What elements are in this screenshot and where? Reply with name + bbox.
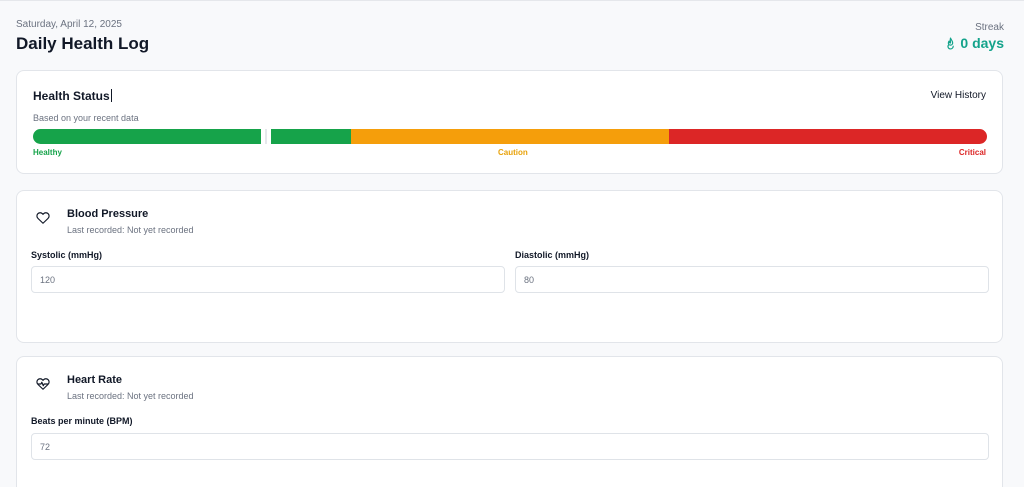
- page-title: Daily Health Log: [16, 34, 150, 53]
- health-status-card: Health Status View History Based on your…: [16, 70, 1003, 174]
- heart-rate-title: Heart Rate: [67, 374, 123, 386]
- label-critical: Critical: [958, 148, 986, 157]
- blood-pressure-card: Blood Pressure Last recorded: Not yet re…: [16, 190, 1003, 343]
- flame-icon: [947, 36, 955, 50]
- text-caret: [110, 89, 112, 102]
- blood-pressure-title: Blood Pressure: [67, 208, 149, 220]
- health-status-subtitle: Based on your recent data: [33, 113, 139, 123]
- bar-segment-healthy: [33, 129, 351, 144]
- diastolic-label: Diastolic (mmHg): [515, 250, 590, 260]
- diastolic-input[interactable]: [515, 266, 989, 293]
- bpm-label: Beats per minute (BPM): [31, 416, 133, 426]
- heart-pulse-icon: [36, 377, 50, 391]
- bar-segment-caution: [351, 129, 669, 144]
- health-status-title: Health Status: [33, 89, 112, 103]
- daily-health-log-page: Saturday, April 12, 2025 Daily Health Lo…: [0, 0, 1024, 487]
- health-status-title-text: Health Status: [33, 89, 110, 103]
- heart-rate-last-recorded: Last recorded: Not yet recorded: [67, 391, 194, 401]
- streak-value: 0 days: [944, 35, 1004, 51]
- label-healthy: Healthy: [33, 148, 62, 157]
- heart-rate-card: Heart Rate Last recorded: Not yet record…: [16, 356, 1003, 487]
- systolic-label: Systolic (mmHg): [31, 250, 103, 260]
- health-status-marker: [261, 129, 271, 144]
- streak-value-text: 0 days: [960, 35, 1004, 51]
- bpm-input[interactable]: [31, 433, 989, 460]
- streak-label: Streak: [975, 22, 1004, 33]
- label-caution: Caution: [498, 148, 528, 157]
- page-header: Saturday, April 12, 2025 Daily Health Lo…: [16, 19, 1004, 59]
- header-date: Saturday, April 12, 2025: [16, 19, 122, 30]
- blood-pressure-last-recorded: Last recorded: Not yet recorded: [67, 225, 194, 235]
- view-history-button[interactable]: View History: [931, 90, 986, 101]
- systolic-input[interactable]: [31, 266, 505, 293]
- heart-icon: [36, 211, 50, 225]
- health-status-bar: [33, 129, 987, 144]
- bar-segment-critical: [669, 129, 987, 144]
